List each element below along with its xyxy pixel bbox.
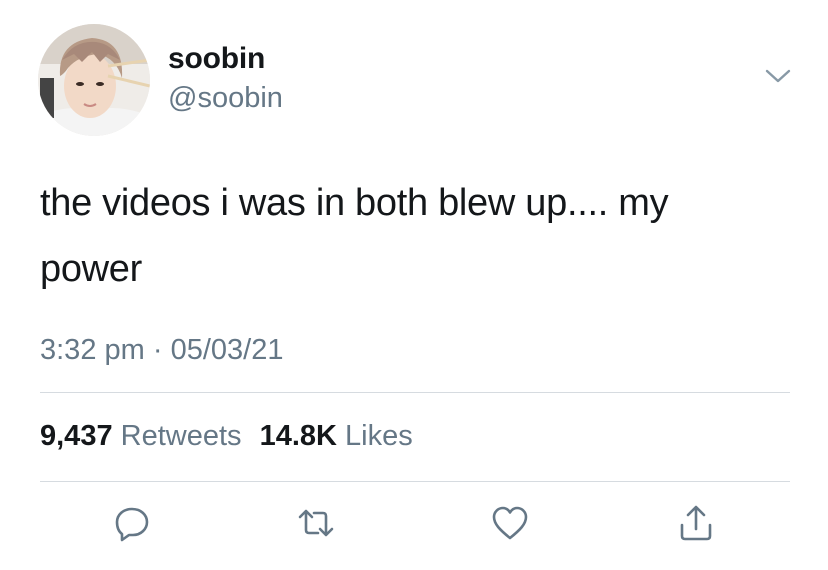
tweet-text-line: the videos i was in both blew up.... my [40, 182, 669, 224]
user-handle[interactable]: @soobin [168, 82, 283, 115]
retweet-icon[interactable] [296, 503, 336, 543]
avatar[interactable] [38, 24, 150, 136]
retweets-count: 9,437 [40, 420, 113, 452]
profile-photo-icon [38, 24, 150, 136]
meta-separator: · [152, 334, 163, 366]
heart-icon[interactable] [490, 503, 530, 543]
display-name[interactable]: soobin [168, 42, 265, 76]
tweet-timestamp[interactable]: 3:32 pm · 05/03/21 [40, 334, 283, 367]
chevron-down-icon[interactable] [764, 66, 792, 86]
tweet-text: the videos i was in both blew up.... my … [40, 170, 800, 302]
engagement-stats: 9,437 Retweets 14.8K Likes [40, 420, 423, 453]
reply-icon[interactable] [112, 503, 152, 543]
retweets-label: Retweets [120, 420, 242, 452]
divider [40, 392, 790, 393]
divider [40, 481, 790, 482]
tweet-card: soobin @soobin the videos i was in both … [0, 0, 828, 570]
tweet-text-line: power [40, 248, 142, 290]
likes-label: Likes [345, 420, 413, 452]
tweet-date: 05/03/21 [170, 334, 284, 366]
retweets-stat[interactable]: 9,437 Retweets [40, 420, 242, 453]
share-icon[interactable] [676, 503, 716, 543]
likes-count: 14.8K [259, 420, 337, 452]
tweet-time: 3:32 pm [40, 334, 145, 366]
likes-stat[interactable]: 14.8K Likes [260, 420, 413, 453]
